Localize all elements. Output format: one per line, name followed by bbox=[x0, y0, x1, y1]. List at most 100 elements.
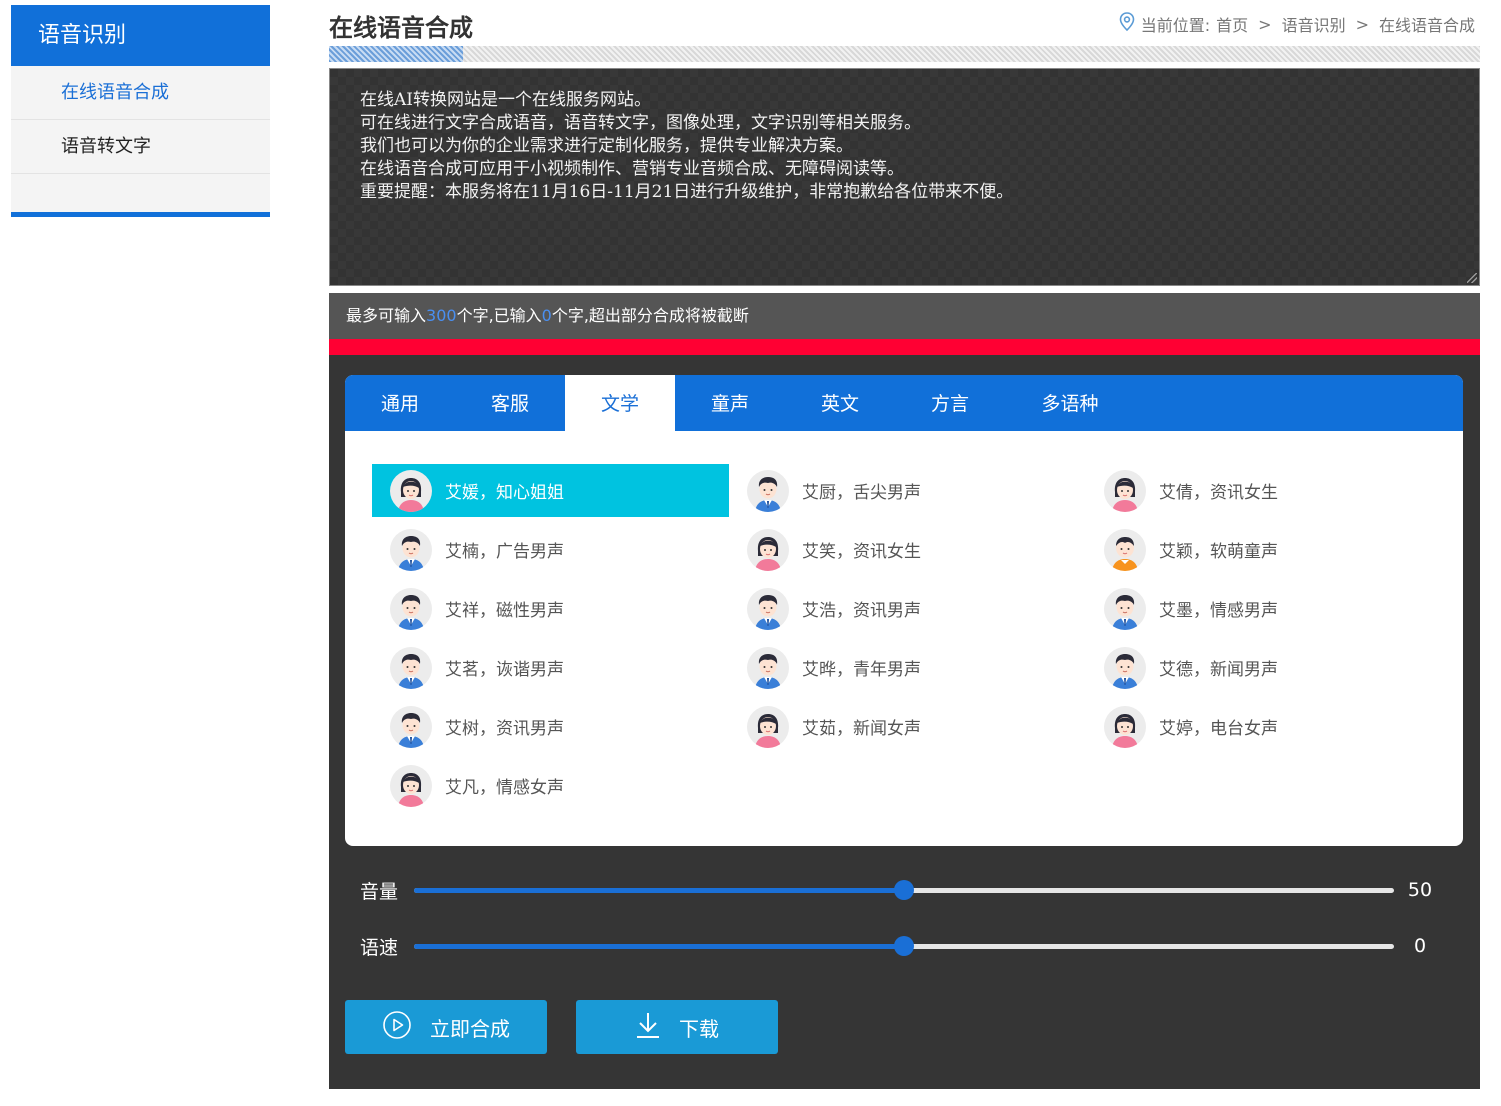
breadcrumb-separator: > bbox=[1258, 14, 1272, 34]
breadcrumb-home[interactable]: 首页 bbox=[1216, 12, 1248, 36]
voice-option-label: 艾凡，情感女声 bbox=[445, 778, 564, 798]
speed-slider[interactable] bbox=[414, 935, 1394, 956]
female-avatar-icon bbox=[390, 469, 432, 512]
char-counter: 最多可输入300个字,已输入0个字,超出部分合成将被截断 bbox=[329, 293, 1480, 339]
voice-option[interactable]: 艾晔，青年男声 bbox=[729, 641, 1086, 694]
sidebar: 语音识别 在线语音合成 语音转文字 bbox=[11, 5, 270, 217]
voice-option-label: 艾茹，新闻女声 bbox=[802, 719, 921, 739]
voice-option[interactable]: 艾楠，广告男声 bbox=[372, 523, 729, 576]
female-avatar-icon bbox=[1104, 469, 1146, 512]
voice-option[interactable]: 艾德，新闻男声 bbox=[1086, 641, 1443, 694]
voice-option-label: 艾媛，知心姐姐 bbox=[445, 483, 564, 503]
text-input-content[interactable]: 在线AI转换网站是一个在线服务网站。 可在线进行文字合成语音，语音转文字，图像处… bbox=[360, 89, 1013, 204]
voice-option[interactable]: 艾颖，软萌童声 bbox=[1086, 523, 1443, 576]
voice-option-label: 艾墨，情感男声 bbox=[1159, 601, 1278, 621]
counter-max: 300 bbox=[426, 306, 457, 325]
voice-option[interactable]: 艾祥，磁性男声 bbox=[372, 582, 729, 635]
voice-option[interactable]: 艾倩，资讯女生 bbox=[1086, 464, 1443, 517]
voice-category-tabs: 通用 客服 文学 童声 英文 方言 多语种 bbox=[345, 375, 1463, 431]
sidebar-item-online-tts[interactable]: 在线语音合成 bbox=[11, 66, 270, 120]
speed-slider-fill bbox=[414, 943, 904, 949]
voice-option[interactable]: 艾浩，资讯男声 bbox=[729, 582, 1086, 635]
title-divider-accent bbox=[329, 46, 463, 62]
resize-handle[interactable] bbox=[1467, 273, 1477, 283]
male-avatar-icon bbox=[390, 705, 432, 748]
child-avatar-icon bbox=[1104, 528, 1146, 571]
voice-option[interactable]: 艾婷，电台女声 bbox=[1086, 700, 1443, 753]
voice-selector: 通用 客服 文学 童声 英文 方言 多语种 艾媛，知心姐姐 艾厨，舌尖男声 艾倩，资… bbox=[345, 375, 1463, 846]
male-avatar-icon bbox=[747, 646, 789, 689]
voice-option[interactable]: 艾凡，情感女声 bbox=[372, 759, 729, 812]
voice-option-label: 艾德，新闻男声 bbox=[1159, 660, 1278, 680]
voice-option-label: 艾祥，磁性男声 bbox=[445, 601, 564, 621]
synthesize-button[interactable]: 立即合成 bbox=[345, 1000, 547, 1054]
female-avatar-icon bbox=[1104, 705, 1146, 748]
voice-list: 艾媛，知心姐姐 艾厨，舌尖男声 艾倩，资讯女生艾楠，广告男声 艾笑，资讯女生 艾颖，软萌… bbox=[372, 464, 1444, 818]
download-label: 下载 bbox=[679, 1016, 719, 1041]
warning-bar bbox=[329, 339, 1480, 355]
speed-slider-row: 语速 0 bbox=[360, 931, 1450, 961]
voice-option[interactable]: 艾茗，诙谐男声 bbox=[372, 641, 729, 694]
counter-count: 0 bbox=[541, 306, 552, 325]
counter-prefix: 最多可输入 bbox=[346, 306, 427, 325]
voice-option-label: 艾浩，资讯男声 bbox=[802, 601, 921, 621]
breadcrumb-separator: > bbox=[1355, 14, 1369, 34]
voice-option-label: 艾楠，广告男声 bbox=[445, 542, 564, 562]
voice-option-label: 艾笑，资讯女生 bbox=[802, 542, 921, 562]
voice-option-label: 艾晔，青年男声 bbox=[802, 660, 921, 680]
voice-option[interactable]: 艾笑，资讯女生 bbox=[729, 523, 1086, 576]
breadcrumb: 当前位置: 首页 > 语音识别 > 在线语音合成 bbox=[1119, 12, 1475, 36]
page-title: 在线语音合成 bbox=[329, 14, 473, 42]
male-avatar-icon bbox=[390, 646, 432, 689]
counter-suffix: 个字,超出部分合成将被截断 bbox=[551, 306, 749, 325]
counter-middle: 个字,已输入 bbox=[456, 306, 542, 325]
voice-option[interactable]: 艾树，资讯男声 bbox=[372, 700, 729, 753]
volume-slider-thumb[interactable] bbox=[894, 879, 914, 900]
male-avatar-icon bbox=[390, 528, 432, 571]
volume-slider-row: 音量 50 bbox=[360, 875, 1450, 905]
speed-label: 语速 bbox=[360, 936, 399, 959]
text-line: 在线语音合成可应用于小视频制作、营销专业音频合成、无障碍阅读等。 bbox=[360, 159, 904, 179]
volume-label: 音量 bbox=[360, 880, 399, 903]
voice-option[interactable]: 艾墨，情感男声 bbox=[1086, 582, 1443, 635]
download-icon bbox=[635, 1010, 679, 1045]
speed-slider-thumb[interactable] bbox=[894, 935, 914, 956]
tab-child[interactable]: 童声 bbox=[675, 375, 785, 431]
tab-customer-service[interactable]: 客服 bbox=[455, 375, 565, 431]
play-circle-icon bbox=[382, 1010, 430, 1045]
voice-option-label: 艾厨，舌尖男声 bbox=[802, 483, 921, 503]
male-avatar-icon bbox=[1104, 587, 1146, 630]
male-avatar-icon bbox=[747, 469, 789, 512]
volume-slider[interactable] bbox=[414, 879, 1394, 900]
tab-multilingual[interactable]: 多语种 bbox=[1005, 375, 1135, 431]
male-avatar-icon bbox=[390, 587, 432, 630]
male-avatar-icon bbox=[747, 587, 789, 630]
tab-literature[interactable]: 文学 bbox=[565, 375, 675, 431]
volume-slider-fill bbox=[414, 887, 904, 893]
volume-value: 50 bbox=[1407, 879, 1433, 901]
sidebar-title: 语音识别 bbox=[11, 5, 270, 66]
voice-option[interactable]: 艾茹，新闻女声 bbox=[729, 700, 1086, 753]
voice-option-label: 艾婷，电台女声 bbox=[1159, 719, 1278, 739]
voice-option-label: 艾茗，诙谐男声 bbox=[445, 660, 564, 680]
text-line: 我们也可以为你的企业需求进行定制化服务，提供专业解决方案。 bbox=[360, 136, 853, 156]
text-line: 可在线进行文字合成语音，语音转文字，图像处理，文字识别等相关服务。 bbox=[360, 113, 921, 133]
text-line: 重要提醒：本服务将在11月16日-11月21日进行升级维护，非常抱歉给各位带来不… bbox=[360, 182, 1014, 202]
male-avatar-icon bbox=[1104, 646, 1146, 689]
text-input-area[interactable]: 在线AI转换网站是一个在线服务网站。 可在线进行文字合成语音，语音转文字，图像处… bbox=[329, 68, 1480, 286]
tab-general[interactable]: 通用 bbox=[345, 375, 455, 431]
voice-option-label: 艾倩，资讯女生 bbox=[1159, 483, 1278, 503]
female-avatar-icon bbox=[747, 705, 789, 748]
female-avatar-icon bbox=[390, 764, 432, 807]
voice-option[interactable]: 艾媛，知心姐姐 bbox=[372, 464, 729, 517]
synthesis-panel: 通用 客服 文学 童声 英文 方言 多语种 艾媛，知心姐姐 艾厨，舌尖男声 艾倩，资… bbox=[329, 355, 1480, 1089]
breadcrumb-speech[interactable]: 语音识别 bbox=[1282, 12, 1346, 36]
sidebar-item-speech-to-text[interactable]: 语音转文字 bbox=[11, 120, 270, 174]
tab-english[interactable]: 英文 bbox=[785, 375, 895, 431]
tab-dialect[interactable]: 方言 bbox=[895, 375, 1005, 431]
location-pin-icon bbox=[1119, 12, 1135, 36]
download-button[interactable]: 下载 bbox=[576, 1000, 778, 1054]
female-avatar-icon bbox=[747, 528, 789, 571]
voice-option[interactable]: 艾厨，舌尖男声 bbox=[729, 464, 1086, 517]
voice-option-label: 艾树，资讯男声 bbox=[445, 719, 564, 739]
